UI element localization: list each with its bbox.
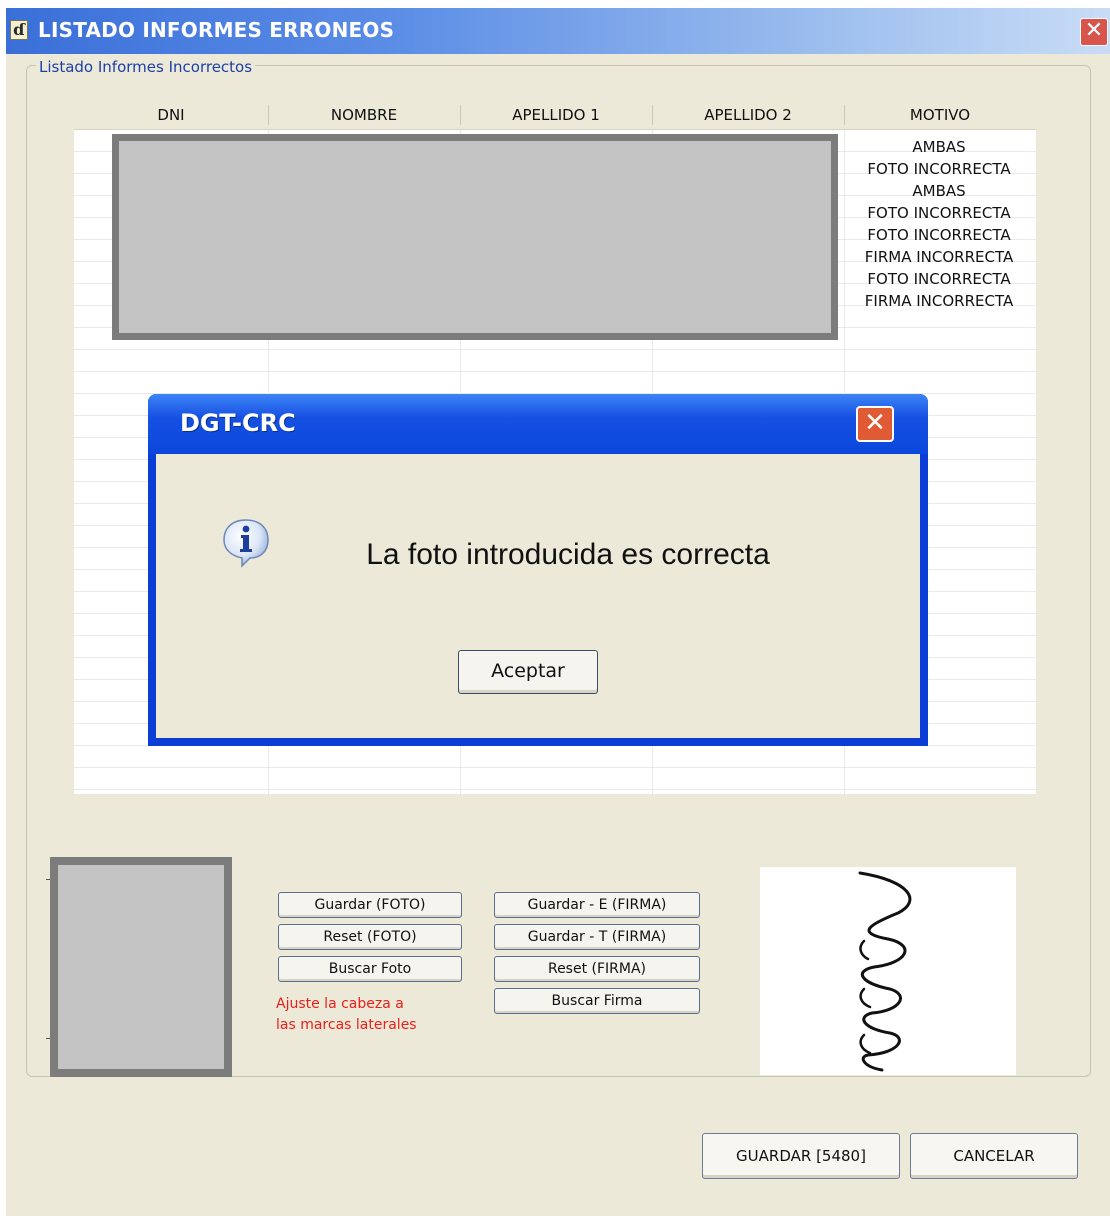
column-header-nombre[interactable]: NOMBRE [268,100,460,130]
photo-hint-text: Ajuste la cabeza a las marcas laterales [276,994,466,1036]
save-t-signature-button[interactable]: Guardar - T (FIRMA) [494,924,700,950]
table-cell-motivo[interactable]: FIRMA INCORRECTA [844,246,1034,268]
table-cell-motivo[interactable]: FOTO INCORRECTA [844,158,1034,180]
hint-line: las marcas laterales [276,1017,417,1033]
photo-side-mark [46,879,50,880]
dialog-title: DGT-CRC [180,409,296,437]
redacted-rows-block [112,134,838,340]
window-titlebar[interactable]: ɗ LISTADO INFORMES ERRONEOS ✕ [6,8,1110,54]
table-cell-motivo[interactable]: AMBAS [844,136,1034,158]
info-dialog: DGT-CRC ✕ La foto introducida es correct… [148,394,928,746]
search-signature-button[interactable]: Buscar Firma [494,988,700,1014]
hint-line: Ajuste la cabeza a [276,996,404,1012]
cancel-button[interactable]: CANCELAR [910,1133,1078,1179]
reset-photo-button[interactable]: Reset (FOTO) [278,924,462,950]
app-icon: ɗ [10,20,28,40]
save-e-signature-button[interactable]: Guardar - E (FIRMA) [494,892,700,918]
window-title: LISTADO INFORMES ERRONEOS [38,18,395,42]
photo-side-mark [46,1038,50,1039]
window-close-button[interactable]: ✕ [1080,18,1108,46]
save-all-button[interactable]: GUARDAR [5480] [702,1133,900,1179]
signature-scribble [858,871,912,1072]
dialog-body: La foto introducida es correcta Aceptar [156,454,920,738]
dialog-message: La foto introducida es correcta [366,538,770,571]
column-header-apellido-1[interactable]: APELLIDO 1 [460,100,652,130]
table-cell-motivo[interactable]: AMBAS [844,180,1034,202]
table-header: DNI NOMBRE APELLIDO 1 APELLIDO 2 MOTIVO [74,100,1036,130]
group-box-label: Listado Informes Incorrectos [36,58,256,76]
table-cell-motivo[interactable]: FOTO INCORRECTA [844,202,1034,224]
dialog-close-button[interactable]: ✕ [856,406,894,442]
dialog-titlebar[interactable]: DGT-CRC ✕ [148,394,928,454]
save-photo-button[interactable]: Guardar (FOTO) [278,892,462,918]
photo-preview [50,857,232,1077]
search-photo-button[interactable]: Buscar Foto [278,956,462,982]
column-header-motivo[interactable]: MOTIVO [844,100,1036,130]
column-header-dni[interactable]: DNI [74,100,268,130]
signature-preview [760,867,1016,1075]
table-cell-motivo[interactable]: FOTO INCORRECTA [844,268,1034,290]
reset-signature-button[interactable]: Reset (FIRMA) [494,956,700,982]
table-cell-motivo[interactable]: FIRMA INCORRECTA [844,290,1034,312]
table-cell-motivo[interactable]: FOTO INCORRECTA [844,224,1034,246]
accept-button[interactable]: Aceptar [458,650,598,694]
column-header-apellido-2[interactable]: APELLIDO 2 [652,100,844,130]
